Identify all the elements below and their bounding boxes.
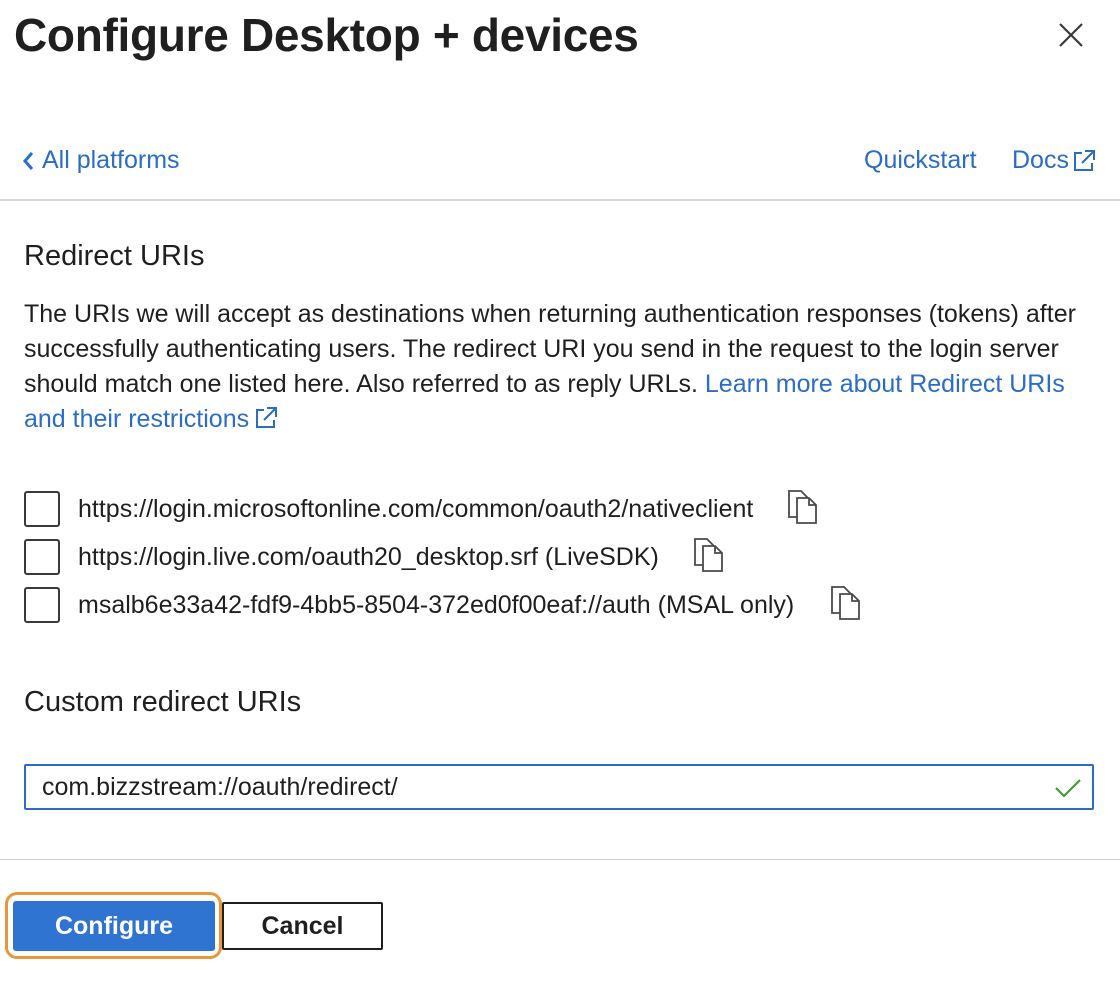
quickstart-link[interactable]: Quickstart bbox=[864, 146, 977, 175]
cancel-button[interactable]: Cancel bbox=[222, 902, 383, 950]
external-link-icon bbox=[1073, 149, 1095, 171]
docs-link[interactable]: Docs bbox=[1012, 146, 1097, 175]
checkmark-icon bbox=[1055, 779, 1081, 798]
copy-icon bbox=[693, 537, 723, 572]
configure-button[interactable]: Configure bbox=[13, 901, 215, 951]
copy-button[interactable] bbox=[787, 489, 819, 530]
header-divider bbox=[0, 199, 1120, 201]
chevron-left-icon bbox=[23, 151, 34, 170]
uri-checkbox[interactable] bbox=[24, 539, 60, 575]
uri-option-msal: msalb6e33a42-fdf9-4bb5-8504-372ed0f00eaf… bbox=[24, 585, 862, 626]
copy-icon bbox=[831, 585, 861, 620]
uri-option-livesdk: https://login.live.com/oauth20_desktop.s… bbox=[24, 537, 725, 578]
redirect-uris-description: The URIs we will accept as destinations … bbox=[24, 297, 1094, 437]
copy-icon bbox=[788, 489, 818, 524]
uri-option-nativeclient: https://login.microsoftonline.com/common… bbox=[24, 489, 819, 530]
close-icon bbox=[1059, 23, 1083, 47]
footer-divider bbox=[0, 859, 1120, 860]
uri-label: msalb6e33a42-fdf9-4bb5-8504-372ed0f00eaf… bbox=[78, 590, 795, 619]
close-button[interactable] bbox=[1054, 18, 1088, 52]
uri-checkbox[interactable] bbox=[24, 491, 60, 527]
custom-redirect-uris-heading: Custom redirect URIs bbox=[24, 686, 302, 718]
uri-checkbox[interactable] bbox=[24, 587, 60, 623]
custom-redirect-field bbox=[24, 764, 1094, 810]
configure-panel: Configure Desktop + devices All platform… bbox=[0, 0, 1120, 995]
docs-label: Docs bbox=[1012, 146, 1069, 174]
custom-redirect-input[interactable] bbox=[42, 766, 1032, 808]
panel-title: Configure Desktop + devices bbox=[14, 9, 639, 61]
redirect-uris-heading: Redirect URIs bbox=[24, 240, 205, 272]
all-platforms-label: All platforms bbox=[42, 146, 180, 174]
copy-button[interactable] bbox=[693, 537, 725, 578]
uri-label: https://login.microsoftonline.com/common… bbox=[78, 494, 754, 523]
copy-button[interactable] bbox=[830, 585, 862, 626]
external-link-icon bbox=[256, 407, 278, 428]
all-platforms-link[interactable]: All platforms bbox=[22, 146, 180, 175]
uri-label: https://login.live.com/oauth20_desktop.s… bbox=[78, 542, 659, 571]
